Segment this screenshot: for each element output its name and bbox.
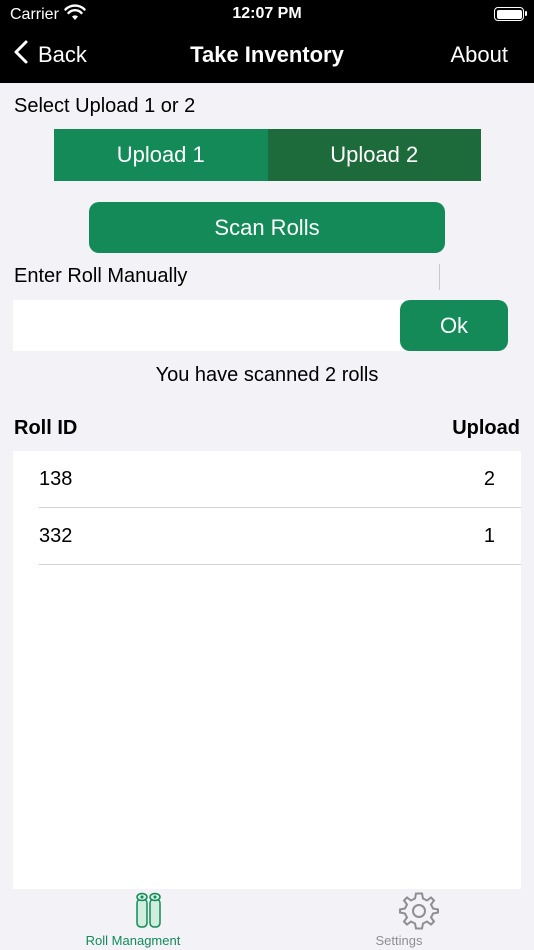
back-button[interactable]: Back [14, 40, 87, 70]
upload-select-label: Select Upload 1 or 2 [14, 95, 196, 117]
divider [439, 264, 440, 290]
tab-label-settings: Settings [375, 933, 423, 948]
roll-id-cell: 332 [39, 524, 73, 547]
upload-cell: 2 [483, 467, 495, 490]
rolls-table: 138 2 332 1 [13, 451, 521, 889]
upload-segmented-control: Upload 1 Upload 2 [54, 129, 481, 181]
battery-icon [494, 7, 527, 21]
tab-roll-management[interactable]: Roll Managment [33, 889, 233, 950]
ok-button[interactable]: Ok [400, 300, 508, 351]
about-button[interactable]: About [451, 42, 509, 68]
back-label: Back [38, 42, 87, 67]
table-row[interactable]: 332 1 [39, 508, 521, 565]
tab-bar: Roll Managment Settings [0, 889, 534, 950]
manual-entry-label: Enter Roll Manually [14, 265, 188, 287]
status-bar: Carrier 12:07 PM [0, 0, 534, 30]
scanned-count-text: You have scanned 2 rolls [155, 364, 379, 386]
column-header-roll-id: Roll ID [14, 417, 78, 439]
tab-label-roll-management: Roll Managment [85, 933, 181, 948]
scan-rolls-button[interactable]: Scan Rolls [89, 202, 445, 253]
navigation-bar: Back Take Inventory About [0, 30, 534, 83]
tab-settings[interactable]: Settings [299, 889, 499, 950]
column-header-upload: Upload [452, 417, 520, 439]
roll-id-cell: 138 [39, 467, 73, 490]
upload-1-segment[interactable]: Upload 1 [54, 129, 268, 181]
clock: 12:07 PM [232, 5, 302, 22]
upload-2-segment[interactable]: Upload 2 [267, 129, 481, 181]
upload-cell: 1 [483, 524, 495, 547]
chevron-left-icon [14, 40, 28, 70]
roll-id-input[interactable] [13, 300, 405, 351]
table-row[interactable]: 138 2 [39, 451, 521, 508]
